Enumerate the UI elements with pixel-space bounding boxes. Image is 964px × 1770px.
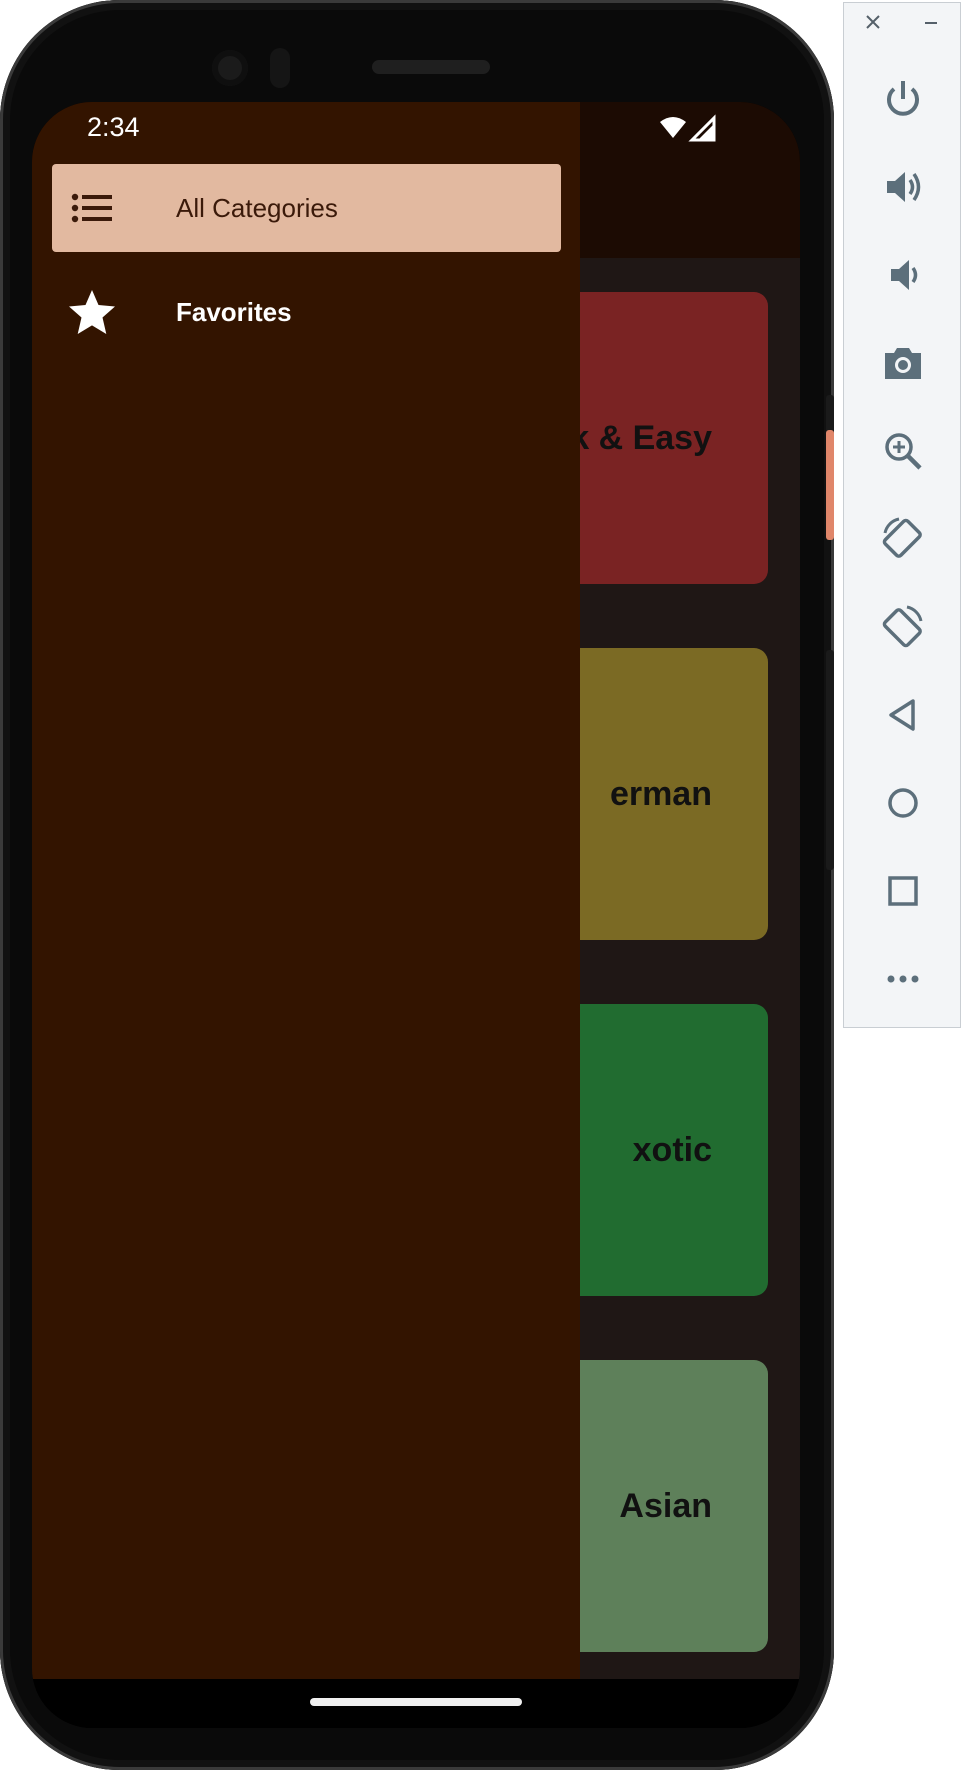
front-camera bbox=[212, 50, 248, 86]
category-label: Asian bbox=[619, 1486, 712, 1525]
star-icon bbox=[52, 289, 132, 335]
drawer-item-favorites[interactable]: Favorites bbox=[52, 268, 561, 356]
home-gesture-pill[interactable] bbox=[310, 1698, 522, 1706]
list-icon bbox=[52, 193, 132, 223]
category-label: xotic bbox=[632, 1130, 712, 1169]
drawer-item-all-categories[interactable]: All Categories bbox=[52, 164, 561, 252]
volume-down-icon[interactable] bbox=[844, 245, 962, 305]
power-icon[interactable] bbox=[844, 69, 962, 129]
back-icon[interactable] bbox=[844, 685, 962, 745]
drawer-item-label: Favorites bbox=[176, 296, 292, 327]
minimize-icon[interactable] bbox=[922, 13, 940, 53]
volume-up-icon[interactable] bbox=[844, 157, 962, 217]
phone-frame: k & Easy erman xotic Asian 2:34 All Cate… bbox=[0, 0, 834, 1770]
rotate-right-icon[interactable] bbox=[844, 597, 962, 657]
home-icon[interactable] bbox=[844, 773, 962, 833]
drawer-item-label: All Categories bbox=[176, 192, 338, 223]
overview-icon[interactable] bbox=[844, 861, 962, 921]
more-icon[interactable] bbox=[844, 949, 962, 1009]
close-icon[interactable] bbox=[864, 13, 882, 53]
earpiece-speaker bbox=[372, 60, 490, 74]
category-label: k & Easy bbox=[570, 418, 712, 457]
phone-power-button bbox=[826, 430, 834, 540]
status-icons bbox=[658, 114, 718, 149]
wifi-signal-icon bbox=[660, 114, 716, 142]
phone-volume-button bbox=[826, 650, 834, 870]
proximity-sensor bbox=[270, 48, 290, 88]
status-time: 2:34 bbox=[87, 112, 140, 142]
rotate-left-icon[interactable] bbox=[844, 509, 962, 569]
emulator-toolbar bbox=[843, 2, 961, 1028]
device-screen: k & Easy erman xotic Asian 2:34 All Cate… bbox=[32, 102, 800, 1728]
zoom-icon[interactable] bbox=[844, 421, 962, 481]
phone-side-button bbox=[826, 395, 834, 435]
category-label: erman bbox=[609, 774, 712, 813]
camera-icon[interactable] bbox=[844, 333, 962, 393]
navigation-drawer: 2:34 All Categories Favorites bbox=[32, 102, 580, 1679]
